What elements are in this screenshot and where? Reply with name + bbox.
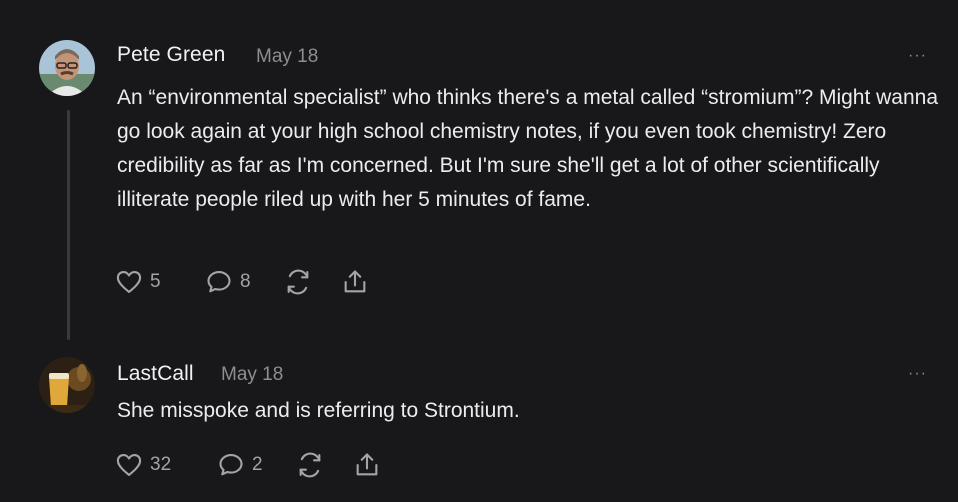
comment-icon (207, 271, 231, 293)
restack-button[interactable] (284, 268, 312, 296)
reply-count: 2 (252, 454, 263, 475)
heart-icon (116, 271, 142, 293)
share-button[interactable] (353, 451, 381, 479)
share-icon (356, 453, 378, 476)
more-options-icon[interactable]: ··· (908, 48, 927, 64)
comment-date[interactable]: May 18 (221, 364, 283, 386)
share-icon (344, 270, 366, 293)
reply-count: 8 (240, 271, 251, 292)
like-count: 5 (150, 271, 161, 292)
comment-text: An “environmental specialist” who thinks… (117, 86, 939, 211)
like-button[interactable]: 5 (115, 268, 161, 296)
comment-author[interactable]: LastCall (117, 362, 194, 386)
reply-button[interactable]: 8 (205, 268, 251, 296)
like-count: 32 (150, 454, 172, 475)
share-button[interactable] (341, 268, 369, 296)
comment: LastCall May 18 ··· She misspoke and is … (0, 345, 958, 502)
comment: Pete Green May 18 ··· An “environmental … (0, 0, 958, 345)
restack-button[interactable] (296, 451, 324, 479)
reply-button[interactable]: 2 (217, 451, 263, 479)
like-button[interactable]: 32 (115, 451, 171, 479)
thread-line (67, 110, 70, 340)
more-options-icon[interactable]: ··· (908, 366, 927, 382)
comment-icon (219, 454, 243, 476)
avatar[interactable] (39, 40, 95, 96)
comment-author[interactable]: Pete Green (117, 43, 225, 67)
heart-icon (116, 454, 142, 476)
comment-date[interactable]: May 18 (256, 46, 318, 68)
avatar[interactable] (39, 357, 95, 413)
restack-icon (287, 269, 309, 295)
comment-text: She misspoke and is referring to Stronti… (117, 399, 520, 422)
restack-icon (299, 452, 321, 478)
